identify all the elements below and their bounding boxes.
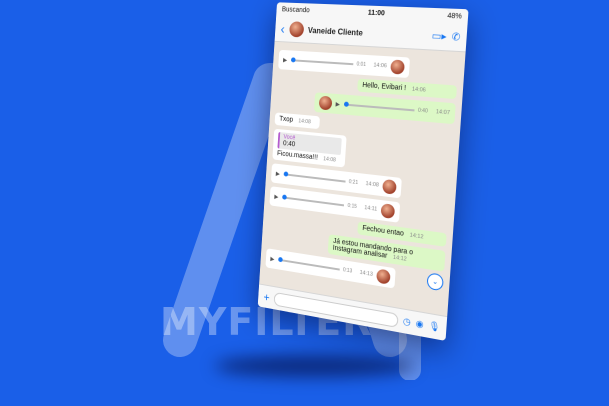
message-time: 14:11 (364, 205, 377, 213)
contact-name[interactable]: Vaneide Cliente (308, 26, 427, 41)
message-text: Fechou entao (362, 225, 404, 238)
message-list[interactable]: ▶ 0:01 14:06 Hello, Evibari ! 14:06 ▶ 0:… (259, 42, 466, 324)
message-time: 14:12 (409, 232, 423, 240)
battery-text: 48% (447, 12, 462, 20)
message-text: Txop (279, 116, 293, 124)
avatar (382, 179, 397, 195)
scroll-down-button[interactable]: ⌄ (427, 272, 444, 291)
avatar[interactable] (289, 21, 304, 37)
avatar (319, 96, 333, 111)
message-time: 14:08 (365, 181, 379, 189)
text-message: Txop 14:08 (275, 112, 321, 129)
video-call-icon[interactable]: ▭▸ (431, 30, 447, 42)
drop-shadow (215, 355, 415, 377)
play-icon[interactable]: ▶ (274, 193, 278, 200)
audio-duration: 0:01 (356, 61, 366, 68)
attach-plus-icon[interactable]: + (263, 290, 270, 304)
message-time: 14:06 (412, 87, 426, 94)
play-icon[interactable]: ▶ (335, 100, 340, 107)
avatar (390, 59, 405, 74)
message-time: 14:06 (373, 62, 387, 69)
phone-call-icon[interactable]: ✆ (451, 31, 460, 43)
message-time: 14:13 (359, 270, 373, 278)
message-time: 14:12 (393, 255, 407, 263)
clock: 11:00 (368, 9, 385, 17)
audio-duration: 0:40 (418, 108, 428, 115)
audio-duration: 0:15 (347, 203, 357, 210)
avatar (381, 203, 396, 219)
sticker-icon[interactable]: ◷ (403, 316, 412, 329)
microphone-icon[interactable]: 🎙 (428, 320, 440, 333)
message-time: 14:08 (323, 156, 336, 163)
back-icon[interactable]: ‹ (280, 21, 285, 37)
reply-message: Você 0:40 Ficou.massa!!! 14:08 (272, 129, 346, 168)
message-time: 14:08 (298, 118, 311, 125)
avatar (376, 268, 391, 284)
play-icon[interactable]: ▶ (283, 56, 288, 63)
carrier-text: Buscando (282, 6, 310, 14)
phone-screen: Buscando 11:00 48% ‹ Vaneide Cliente ▭▸ … (258, 2, 469, 341)
audio-duration: 0:13 (343, 267, 353, 274)
play-icon[interactable]: ▶ (276, 170, 280, 177)
audio-duration: 0:21 (349, 179, 359, 186)
audio-message[interactable]: ▶ 0:01 14:06 (278, 50, 410, 78)
message-time: 14:07 (436, 109, 451, 116)
message-text: Hello, Evibari ! (362, 82, 406, 92)
play-icon[interactable]: ▶ (270, 255, 274, 262)
camera-icon[interactable]: ◉ (415, 318, 424, 331)
